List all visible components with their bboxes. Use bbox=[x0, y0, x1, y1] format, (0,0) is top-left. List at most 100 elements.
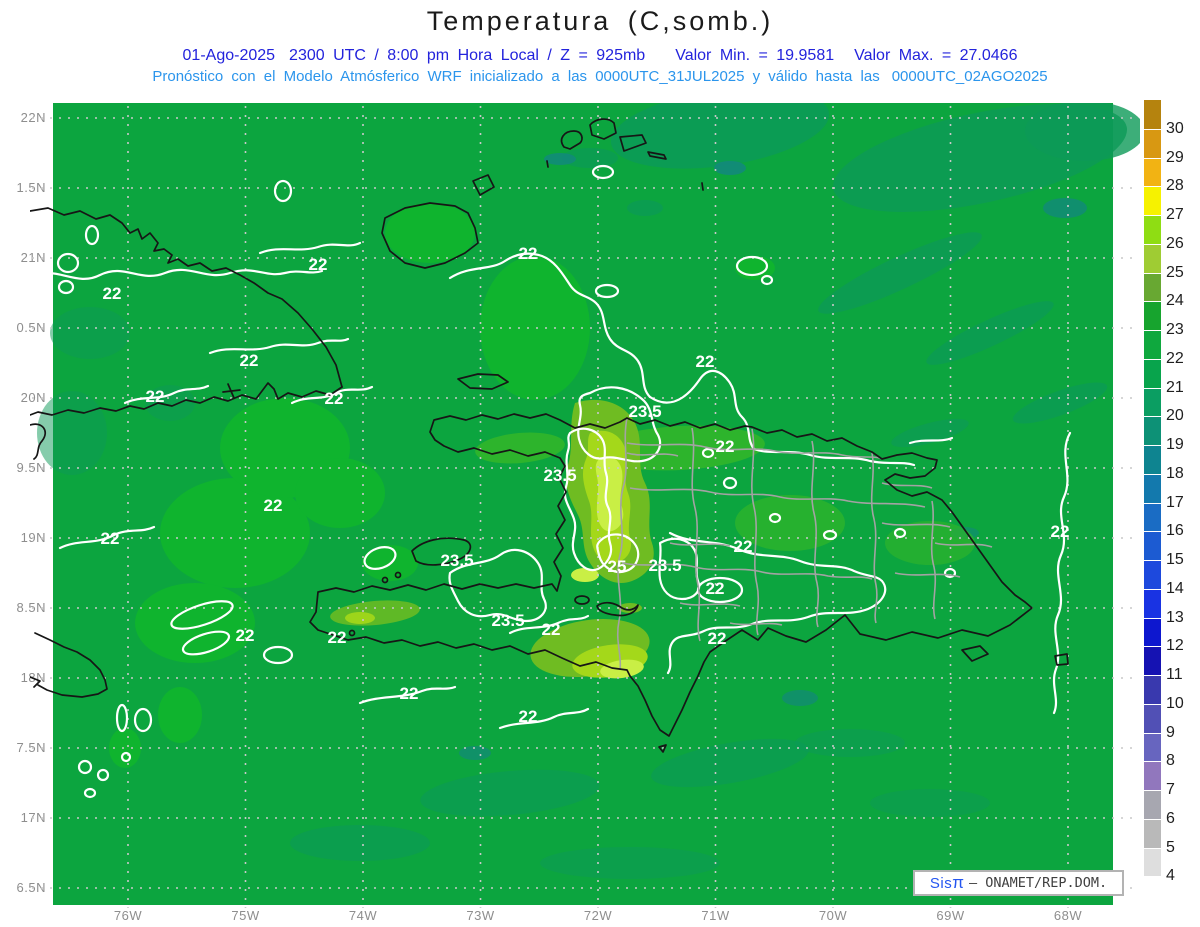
colorbar-segment bbox=[1144, 387, 1161, 417]
colorbar-tick-label: 12 bbox=[1166, 637, 1184, 655]
value-max: Valor Max. = 27.0466 bbox=[854, 47, 1018, 64]
colorbar-segment bbox=[1144, 100, 1161, 129]
colorbar-segment bbox=[1144, 502, 1161, 532]
colorbar-segment bbox=[1144, 358, 1161, 388]
colorbar-tick-label: 15 bbox=[1166, 551, 1184, 568]
x-tick-label: 68W bbox=[1053, 908, 1083, 923]
contour-label: 23.5 bbox=[543, 466, 576, 485]
branding-text: – ONAMET/REP.DOM. bbox=[968, 875, 1108, 891]
colorbar-segment bbox=[1144, 818, 1161, 848]
colorbar-segment bbox=[1144, 416, 1161, 445]
colorbar-segment bbox=[1144, 703, 1161, 733]
contour-label: 22 bbox=[1051, 522, 1070, 541]
colorbar-segment bbox=[1144, 473, 1161, 503]
colorbar-tick-label: 26 bbox=[1166, 234, 1184, 252]
colorbar-segment bbox=[1144, 876, 1161, 905]
x-tick-label: 72W bbox=[583, 908, 613, 923]
colorbar-tick-label: 30 bbox=[1166, 119, 1184, 137]
contour-label: 22 bbox=[240, 351, 259, 370]
colorbar-segment bbox=[1144, 617, 1161, 647]
colorbar-segment bbox=[1144, 790, 1161, 819]
colorbar-segment bbox=[1144, 272, 1161, 302]
colorbar-tick-label: 5 bbox=[1166, 838, 1175, 856]
x-tick-label: 76W bbox=[113, 908, 143, 923]
colorbar-segment bbox=[1144, 675, 1161, 704]
colorbar-tick-label: 22 bbox=[1166, 349, 1184, 367]
x-tick-label: 75W bbox=[231, 908, 260, 923]
contour-label: 22 bbox=[309, 255, 328, 274]
contour-label: 23.5 bbox=[648, 556, 681, 575]
colorbar-tick-label: 11 bbox=[1166, 666, 1183, 683]
colorbar-tick-label: 27 bbox=[1166, 206, 1184, 223]
contour-label: 22 bbox=[519, 244, 538, 263]
branding-box: Sis π – ONAMET/REP.DOM. bbox=[913, 870, 1124, 896]
colorbar-tick-label: 23 bbox=[1166, 321, 1184, 338]
colorbar-tick-label: 10 bbox=[1166, 694, 1184, 712]
colorbar-segment bbox=[1144, 761, 1161, 790]
colorbar-tick-label: 7 bbox=[1166, 781, 1175, 798]
x-tick-label: 74W bbox=[348, 908, 378, 923]
colorbar-segment bbox=[1144, 301, 1161, 330]
contour-label: 22 bbox=[542, 620, 561, 639]
colorbar-segment bbox=[1144, 128, 1161, 158]
colorbar-tick-label: 21 bbox=[1166, 378, 1184, 396]
contour-label: 22 bbox=[328, 628, 347, 647]
colorbar-tick-label: 18 bbox=[1166, 464, 1184, 482]
subtitle-line-2: Pronóstico con el Modelo Atmósferico WRF… bbox=[0, 68, 1200, 85]
colorbar bbox=[1144, 100, 1161, 905]
x-tick-label: 71W bbox=[701, 908, 730, 923]
contour-label: 22 bbox=[400, 684, 419, 703]
contour-label: 23.5 bbox=[628, 402, 661, 421]
contour-label: 22 bbox=[236, 626, 255, 645]
contour-label: 22 bbox=[264, 496, 283, 515]
colorbar-tick-label: 25 bbox=[1166, 263, 1184, 281]
contour-label: 22 bbox=[146, 387, 165, 406]
sispi-logo: Sis bbox=[929, 874, 953, 892]
colorbar-tick-label: 28 bbox=[1166, 177, 1184, 195]
colorbar-segment bbox=[1144, 732, 1161, 762]
subtitle-line-1: 01-Ago-2025 2300 UTC / 8:00 pm Hora Local… bbox=[0, 47, 1200, 65]
model-info: Pronóstico con el Modelo Atmósferico WRF… bbox=[152, 68, 880, 85]
contour-label: 23.5 bbox=[491, 611, 524, 630]
colorbar-tick-label: 24 bbox=[1166, 292, 1184, 310]
colorbar-segment bbox=[1144, 560, 1161, 589]
colorbar-tick-label: 9 bbox=[1166, 723, 1175, 741]
colorbar-tick-label: 8 bbox=[1166, 752, 1175, 770]
valid-date: 01-Ago-2025 bbox=[182, 47, 276, 64]
x-tick-label: 73W bbox=[466, 908, 495, 923]
colorbar-tick-label: 14 bbox=[1166, 579, 1184, 597]
colorbar-tick-label: 20 bbox=[1166, 407, 1184, 425]
page-title: Temperatura (C,somb.) bbox=[426, 6, 774, 36]
contour-label: 22 bbox=[734, 537, 753, 556]
contour-label: 22 bbox=[325, 389, 344, 408]
colorbar-tick-label: 16 bbox=[1166, 522, 1184, 540]
colorbar-segment bbox=[1144, 847, 1161, 877]
x-tick-label: 69W bbox=[936, 908, 965, 923]
contour-label: 23.5 bbox=[440, 551, 473, 570]
colorbar-tick-label: 29 bbox=[1166, 148, 1184, 166]
weather-chart-frame: Temperatura (C,somb.) 01-Ago-2025 2300 UT… bbox=[0, 0, 1200, 927]
contour-label: 22 bbox=[696, 352, 715, 371]
contour-label: 22 bbox=[716, 437, 735, 456]
colorbar-segment bbox=[1144, 330, 1161, 359]
colorbar-segment bbox=[1144, 588, 1161, 618]
valid-until: 0000UTC_02AGO2025 bbox=[891, 68, 1048, 85]
contour-label: 22 bbox=[706, 579, 725, 598]
contour-label: 22 bbox=[101, 529, 120, 548]
colorbar-segment bbox=[1144, 243, 1161, 273]
colorbar-tick-label: 17 bbox=[1166, 493, 1184, 511]
colorbar-segment bbox=[1144, 186, 1161, 215]
value-min: Valor Min. = 19.9581 bbox=[675, 47, 835, 64]
colorbar-segment bbox=[1144, 445, 1161, 474]
valid-time: 2300 UTC / 8:00 pm Hora Local / Z = 925m… bbox=[289, 47, 646, 64]
contour-label: 22 bbox=[708, 629, 727, 648]
colorbar-tick-label: 6 bbox=[1166, 809, 1175, 827]
colorbar-tick-label: 19 bbox=[1166, 436, 1184, 453]
colorbar-tick-label: 4 bbox=[1166, 867, 1175, 885]
x-tick-label: 70W bbox=[818, 908, 848, 923]
pi-icon: π bbox=[952, 873, 964, 892]
colorbar-segment bbox=[1144, 157, 1161, 187]
map-plot: 22 22 22 22 22 22 22 22 22 22 22 22 22 22 22 22 22 22 22 23… bbox=[30, 103, 1140, 908]
contour-label: 22 bbox=[103, 284, 122, 303]
contour-label: 22 bbox=[519, 707, 538, 726]
